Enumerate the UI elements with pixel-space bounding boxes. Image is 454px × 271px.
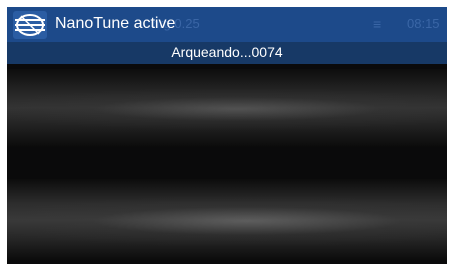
- nanotune-logo-icon[interactable]: [13, 11, 47, 39]
- wifi-icon: ≡: [373, 16, 382, 32]
- feed-light-band-lower: [7, 179, 447, 261]
- notification-bar: Arqueando...0074: [7, 42, 447, 64]
- top-bar: nrg 0.25 ≡ 08:15 NanoTune active: [7, 7, 447, 42]
- app-frame: nrg 0.25 ≡ 08:15 NanoTune active Arquean…: [7, 7, 447, 264]
- feed-light-band-upper: [7, 69, 447, 147]
- notification-text: Arqueando...0074: [171, 44, 283, 60]
- app-title: NanoTune active: [55, 15, 176, 32]
- status-bar-time: 08:15: [407, 16, 440, 31]
